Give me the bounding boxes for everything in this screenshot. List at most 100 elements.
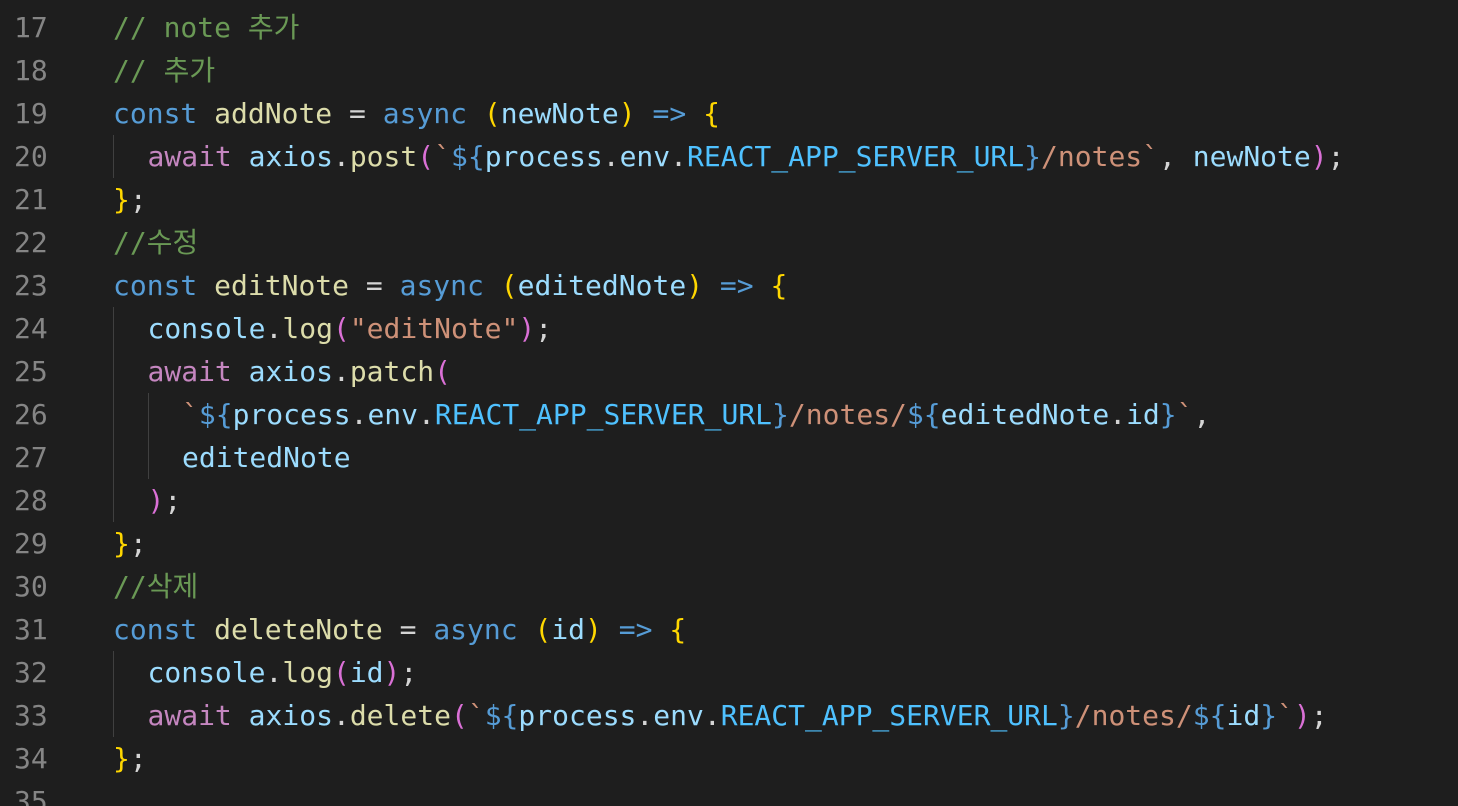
code-token: const <box>113 613 198 646</box>
code-token: = <box>332 97 383 130</box>
code-line[interactable]: 18 // 추가 <box>0 49 1458 92</box>
code-text: await axios.delete(`${process.env.REACT_… <box>148 694 1328 737</box>
code-text: // 추가 <box>113 49 215 92</box>
code-token: /notes` <box>1041 140 1160 173</box>
code-token: console <box>147 312 266 345</box>
code-token: } <box>1260 699 1278 732</box>
indent-guide <box>147 393 149 436</box>
code-line[interactable]: 17 // note 추가 <box>0 6 1458 49</box>
code-token: ) <box>383 656 401 689</box>
code-token: //삭제 <box>113 570 199 603</box>
code-token: process <box>232 398 351 431</box>
code-line[interactable]: 25 await axios.patch( <box>0 350 1458 393</box>
code-line[interactable]: 27 editedNote <box>0 436 1458 479</box>
code-text: const editNote = async (editedNote) => { <box>113 264 787 307</box>
code-line[interactable]: 24 console.log("editNote"); <box>0 307 1458 350</box>
code-line[interactable]: 19 const addNote = async (newNote) => { <box>0 92 1458 135</box>
code-token: ` <box>182 398 199 431</box>
code-token: id <box>349 656 384 689</box>
code-token: ( <box>332 656 350 689</box>
code-token: ; <box>1310 699 1328 732</box>
line-number: 33 <box>14 699 48 732</box>
code-line[interactable]: 29}; <box>0 522 1458 565</box>
code-token: await <box>147 355 232 388</box>
code-token: axios <box>248 140 333 173</box>
code-editor[interactable]: 17 // note 추가 18 // 추가 19 const addNote = asy… <box>0 0 1458 806</box>
code-line[interactable]: 31 const deleteNote = async (id) => { <box>0 608 1458 651</box>
code-token: ) <box>618 97 636 130</box>
line-number: 34 <box>14 742 48 775</box>
code-text: editedNote <box>182 436 351 479</box>
code-token: id <box>1126 398 1160 431</box>
code-token: . <box>332 699 350 732</box>
code-line[interactable]: 35 <box>0 780 1458 806</box>
code-token: } <box>1159 398 1177 431</box>
code-token: ( <box>483 97 501 130</box>
line-number: 31 <box>14 613 48 646</box>
line-number: 35 <box>14 785 48 806</box>
indent-guide <box>113 479 114 522</box>
code-token: } <box>113 527 130 560</box>
code-token: deleteNote <box>214 613 383 646</box>
code-token: /notes/ <box>788 398 907 431</box>
code-token: /notes/ <box>1074 699 1193 732</box>
code-token: id <box>1226 699 1261 732</box>
code-line[interactable]: 33 await axios.delete(`${process.env.REAC… <box>0 694 1458 737</box>
code-token: ; <box>164 484 182 517</box>
code-token: ( <box>332 312 350 345</box>
code-line[interactable]: 20 await axios.post(`${process.env.REACT_… <box>0 135 1458 178</box>
code-token: ) <box>518 312 536 345</box>
code-token: ` <box>1176 398 1194 431</box>
indent-guide <box>147 436 149 479</box>
code-line[interactable]: 26 `${process.env.REACT_APP_SERVER_URL}/n… <box>0 393 1458 436</box>
code-token: console <box>147 656 266 689</box>
code-token: . <box>265 656 283 689</box>
code-token: ( <box>450 699 468 732</box>
code-line[interactable]: 32 console.log(id); <box>0 651 1458 694</box>
code-token: ( <box>434 355 451 388</box>
code-text: }; <box>113 737 147 780</box>
line-number: 19 <box>14 97 48 130</box>
code-token: env <box>367 398 419 431</box>
code-token: ; <box>129 527 147 560</box>
code-token: id <box>551 613 586 646</box>
code-line[interactable]: 21}; <box>0 178 1458 221</box>
code-token: ( <box>534 613 552 646</box>
code-line[interactable]: 34}; <box>0 737 1458 780</box>
code-token: . <box>703 699 721 732</box>
code-line[interactable]: 30 //삭제 <box>0 565 1458 608</box>
code-token: ${ <box>906 398 941 431</box>
code-token: log <box>282 656 333 689</box>
code-line[interactable]: 23 const editNote = async (editedNote) =>… <box>0 264 1458 307</box>
code-text: }; <box>113 522 147 565</box>
indent-guide <box>113 651 114 694</box>
code-text: //수정 <box>113 221 198 264</box>
code-token: { <box>770 269 788 302</box>
code-token: async <box>433 613 518 646</box>
code-token: . <box>350 398 368 431</box>
code-token: => <box>652 97 687 130</box>
line-number: 22 <box>14 226 48 259</box>
code-token: addNote <box>214 97 333 130</box>
code-line[interactable]: 22 //수정 <box>0 221 1458 264</box>
code-token: , <box>1193 398 1211 431</box>
code-token: ( <box>500 269 518 302</box>
code-text: const deleteNote = async (id) => { <box>113 608 686 651</box>
code-token: ${ <box>450 140 485 173</box>
code-token: ; <box>535 312 553 345</box>
code-token: => <box>719 269 754 302</box>
code-line[interactable]: 28); <box>0 479 1458 522</box>
code-token: async <box>399 269 484 302</box>
line-number: 29 <box>14 527 48 560</box>
line-number: 17 <box>14 11 48 44</box>
code-token: ; <box>129 742 147 775</box>
indent-guide <box>113 393 114 436</box>
